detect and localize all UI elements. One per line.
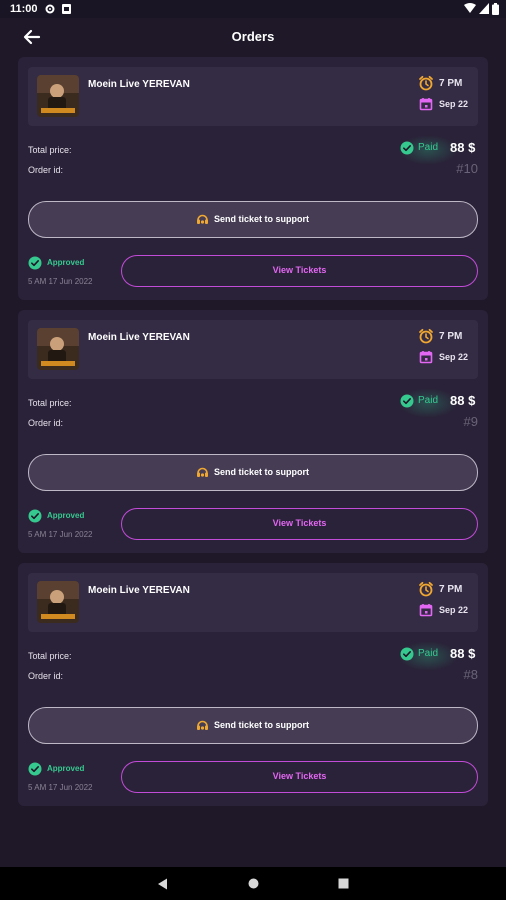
- send-ticket-to-support-button[interactable]: Send ticket to support: [28, 707, 478, 744]
- support-button-label: Send ticket to support: [214, 720, 310, 730]
- battery-icon: [492, 3, 499, 15]
- view-tickets-button[interactable]: View Tickets: [121, 761, 478, 793]
- approval-date: 5 AM 17 Jun 2022: [28, 277, 93, 286]
- sim-card-icon: [62, 4, 71, 14]
- approved-check-icon: [28, 256, 42, 270]
- support-icon: [197, 720, 208, 730]
- approval-date: 5 AM 17 Jun 2022: [28, 530, 93, 539]
- event-title: Moein Live YEREVAN: [88, 79, 190, 90]
- view-tickets-button[interactable]: View Tickets: [121, 255, 478, 287]
- calendar-icon: [419, 604, 433, 617]
- wifi-icon: [464, 3, 476, 13]
- total-price: 88 $: [450, 393, 476, 408]
- signal-icon: [479, 3, 489, 14]
- paid-status: Paid: [418, 395, 439, 406]
- event-time: 7 PM: [439, 78, 463, 89]
- page-title: Orders: [231, 29, 275, 44]
- event-summary[interactable]: Moein Live YEREVAN 7 PM Sep 22: [28, 573, 478, 632]
- support-button-label: Send ticket to support: [214, 214, 310, 224]
- approved-check-icon: [28, 762, 42, 776]
- send-ticket-to-support-button[interactable]: Send ticket to support: [28, 201, 478, 238]
- event-time: 7 PM: [439, 584, 463, 595]
- event-time: 7 PM: [439, 331, 463, 342]
- order-id-label: Order id:: [28, 418, 64, 428]
- support-icon: [197, 214, 208, 224]
- event-thumbnail: [37, 581, 79, 623]
- nav-home-icon[interactable]: [248, 878, 259, 889]
- approved-check-icon: [28, 509, 42, 523]
- event-date: Sep 22: [439, 99, 469, 109]
- status-time: 11:00: [10, 3, 38, 15]
- paid-status: Paid: [418, 648, 439, 659]
- event-summary[interactable]: Moein Live YEREVAN 7 PM Sep 22: [28, 320, 478, 379]
- event-thumbnail: [37, 75, 79, 117]
- order-id: #8: [463, 667, 478, 682]
- total-price: 88 $: [450, 646, 476, 661]
- total-price: 88 $: [450, 140, 476, 155]
- navigation-bar: [0, 867, 506, 900]
- order-id: #10: [456, 161, 478, 176]
- event-thumbnail: [37, 328, 79, 370]
- check-circle-icon: [400, 394, 414, 408]
- order-id-label: Order id:: [28, 671, 64, 681]
- alarm-clock-icon: [419, 581, 433, 597]
- support-icon: [197, 467, 208, 477]
- view-tickets-label: View Tickets: [272, 771, 327, 781]
- approval-date: 5 AM 17 Jun 2022: [28, 783, 93, 792]
- calendar-icon: [419, 98, 433, 111]
- view-tickets-label: View Tickets: [272, 265, 327, 275]
- status-bar: 11:00: [0, 0, 506, 18]
- nav-recents-icon[interactable]: [338, 878, 349, 889]
- calendar-icon: [419, 351, 433, 364]
- order-card: Moein Live YEREVAN 7 PM Sep 22 Total pri…: [18, 310, 488, 553]
- view-tickets-button[interactable]: View Tickets: [121, 508, 478, 540]
- approval-status: Approved: [47, 258, 85, 267]
- event-date: Sep 22: [439, 605, 469, 615]
- alarm-clock-icon: [419, 75, 433, 91]
- order-id-label: Order id:: [28, 165, 64, 175]
- send-ticket-to-support-button[interactable]: Send ticket to support: [28, 454, 478, 491]
- check-circle-icon: [400, 141, 414, 155]
- order-card: Moein Live YEREVAN 7 PM Sep 22 Total pri…: [18, 57, 488, 300]
- app-bar: Orders: [0, 18, 506, 56]
- approval-status: Approved: [47, 764, 85, 773]
- view-tickets-label: View Tickets: [272, 518, 327, 528]
- approval-status: Approved: [47, 511, 85, 520]
- paid-status: Paid: [418, 142, 439, 153]
- alarm-clock-icon: [419, 328, 433, 344]
- event-date: Sep 22: [439, 352, 469, 362]
- support-button-label: Send ticket to support: [214, 467, 310, 477]
- settings-icon: [45, 4, 55, 14]
- event-title: Moein Live YEREVAN: [88, 585, 190, 596]
- total-price-label: Total price:: [28, 398, 72, 408]
- event-summary[interactable]: Moein Live YEREVAN 7 PM Sep 22: [28, 67, 478, 126]
- check-circle-icon: [400, 647, 414, 661]
- nav-back-icon[interactable]: [157, 878, 168, 890]
- total-price-label: Total price:: [28, 145, 72, 155]
- order-card: Moein Live YEREVAN 7 PM Sep 22 Total pri…: [18, 563, 488, 806]
- order-id: #9: [463, 414, 478, 429]
- total-price-label: Total price:: [28, 651, 72, 661]
- event-title: Moein Live YEREVAN: [88, 332, 190, 343]
